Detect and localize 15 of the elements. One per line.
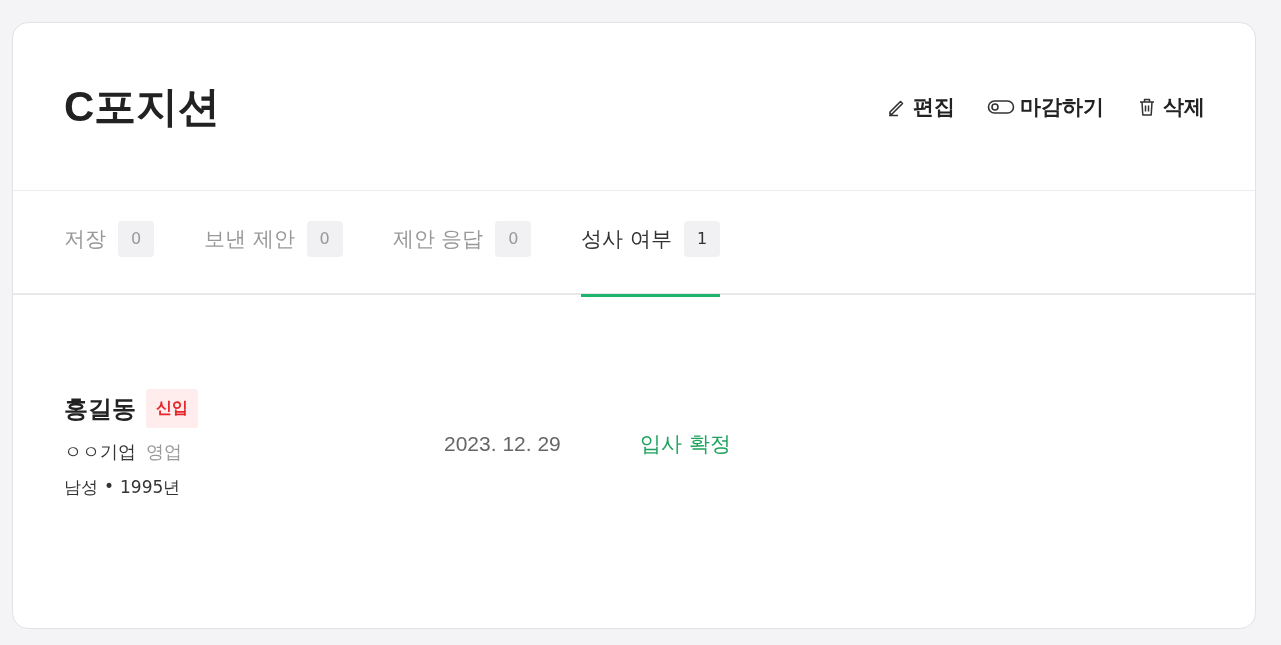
date-text: 2023. 12. 29 xyxy=(444,432,562,456)
status-text: 입사 확정 xyxy=(640,431,731,458)
close-button[interactable]: 마감하기 xyxy=(987,92,1104,121)
candidate-name: 홍길동 xyxy=(64,393,136,425)
tag-badge: 신입 xyxy=(146,389,198,428)
delete-button[interactable]: 삭제 xyxy=(1136,92,1205,121)
position-title: C포지션 xyxy=(64,81,221,132)
company-name: ㅇㅇ기업 xyxy=(64,440,136,464)
job-role: 영업 xyxy=(146,440,182,464)
birth-year: 1995년 xyxy=(120,476,181,499)
separator-dot: • xyxy=(104,476,115,498)
toggle-icon xyxy=(987,97,1015,116)
edit-button[interactable]: 편집 xyxy=(886,92,955,121)
gender-text: 남성 xyxy=(64,476,98,499)
tab[interactable]: 성사 여부 1 xyxy=(581,191,721,297)
